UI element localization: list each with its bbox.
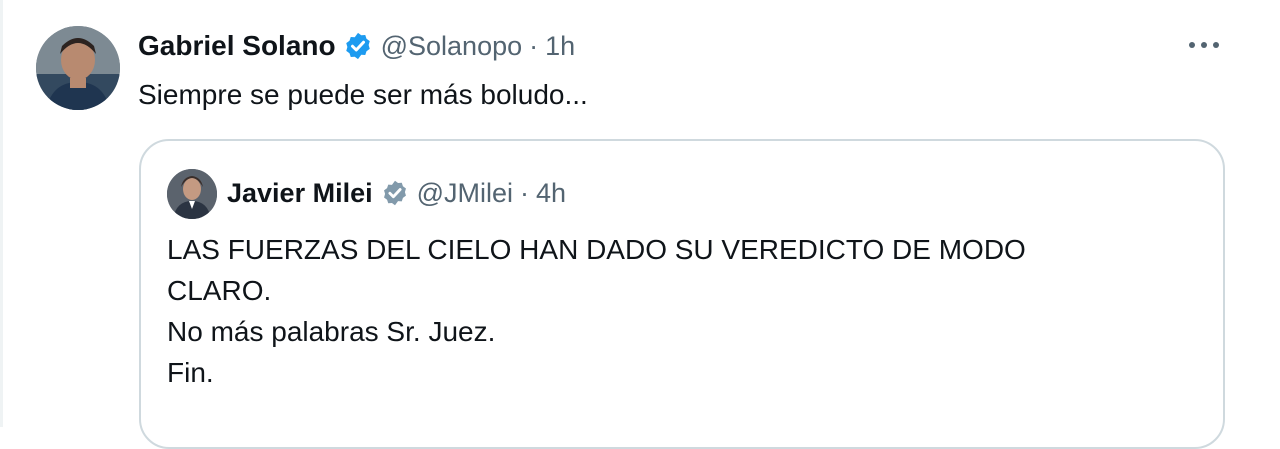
quoted-tweet[interactable]: Javier Milei @JMilei · 4h LAS FUERZAS DE… <box>139 139 1225 449</box>
author-handle[interactable]: @Solanopo <box>381 31 523 62</box>
quoted-text-line: LAS FUERZAS DEL CIELO HAN DADO SU VEREDI… <box>167 234 1026 265</box>
quoted-text-line: Fin. <box>167 357 214 388</box>
avatar[interactable] <box>36 26 120 110</box>
quoted-author-name[interactable]: Javier Milei <box>227 178 373 209</box>
tweet-text: Siempre se puede ser más boludo... <box>138 79 588 110</box>
quoted-tweet-header: Javier Milei @JMilei · 4h <box>227 173 566 213</box>
separator-dot: · <box>520 177 530 208</box>
quoted-text-line: No más palabras Sr. Juez. <box>167 316 496 347</box>
timestamp[interactable]: 1h <box>545 31 575 62</box>
tweet-header: Gabriel Solano @Solanopo · 1h <box>138 26 575 66</box>
tweet[interactable]: Gabriel Solano @Solanopo · 1h Siempre se… <box>0 0 1280 449</box>
more-options-icon <box>1187 37 1221 55</box>
quoted-avatar[interactable] <box>167 169 217 219</box>
more-options-button[interactable] <box>1180 26 1228 66</box>
verified-badge-icon <box>381 179 409 207</box>
author-name[interactable]: Gabriel Solano <box>138 30 336 62</box>
quoted-text-line: CLARO. <box>167 275 272 306</box>
verified-badge-icon <box>343 31 373 61</box>
quoted-timestamp[interactable]: 4h <box>536 178 566 209</box>
quoted-author-handle[interactable]: @JMilei <box>417 178 513 209</box>
quoted-tweet-text: LAS FUERZAS DEL CIELO HAN DADO SU VEREDI… <box>167 229 1197 393</box>
separator-dot: · <box>529 30 539 61</box>
